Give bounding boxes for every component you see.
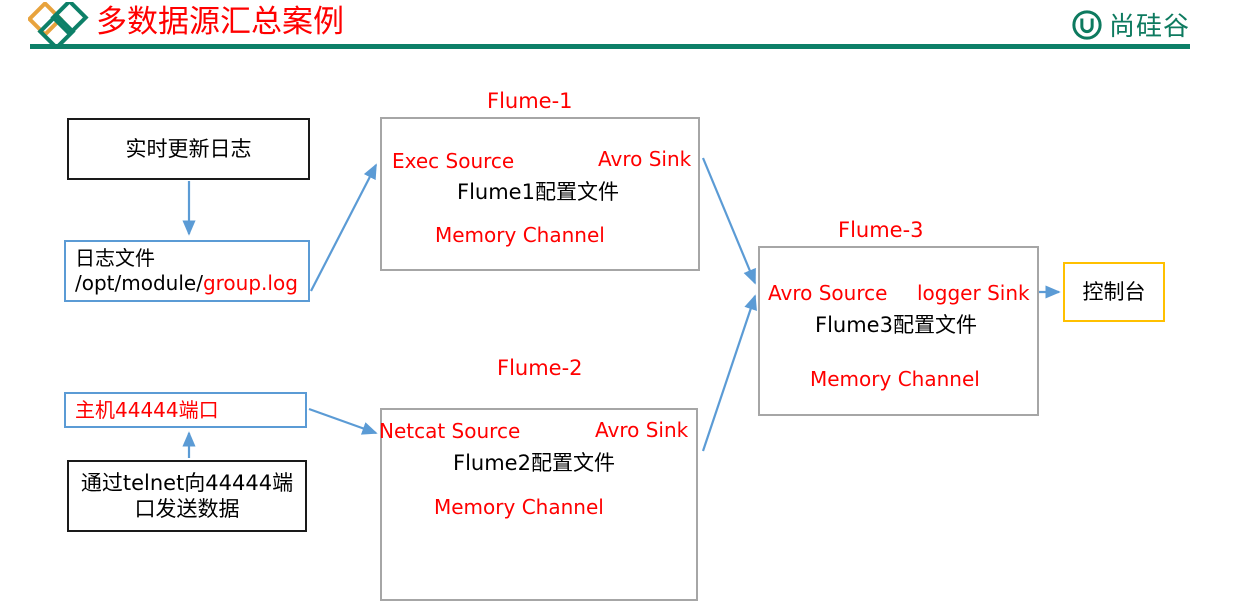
log-file-path-prefix: /opt/module/	[75, 271, 203, 295]
page-title: 多数据源汇总案例	[96, 4, 344, 40]
node-console[interactable]: 控制台	[1063, 262, 1165, 322]
node-realtime-log-label: 实时更新日志	[125, 137, 252, 161]
flume2-sink-label: Avro Sink	[595, 418, 689, 442]
node-host-port-label: 主机44444端口	[75, 397, 219, 422]
edge-flume2-to-flume3	[701, 294, 757, 452]
flume2-config-label: Flume2配置文件	[453, 451, 615, 475]
flume1-channel-label: Memory Channel	[435, 223, 605, 247]
flume2-channel-label: Memory Channel	[434, 495, 604, 519]
node-telnet-line2: 口发送数据	[134, 497, 240, 521]
flume2-source-label: Netcat Source	[379, 419, 521, 443]
flume3-config-label: Flume3配置文件	[815, 313, 977, 337]
flume3-source-label: Avro Source	[768, 281, 888, 305]
log-file-name-highlight: group.log	[202, 271, 298, 295]
node-host-port[interactable]: 主机44444端口	[64, 392, 307, 428]
node-log-file-line1: 日志文件	[75, 246, 155, 270]
flume-architecture-diagram: 实时更新日志 日志文件 /opt/module/group.log 主机4444…	[0, 58, 1238, 601]
flume3-title: Flume-3	[838, 218, 924, 242]
edge-logfile-to-flume1	[310, 163, 377, 292]
node-console-label: 控制台	[1082, 280, 1146, 304]
flume2-title: Flume-2	[497, 356, 583, 380]
flume3-sink-label: logger Sink	[917, 281, 1030, 305]
node-telnet-send[interactable]: 通过telnet向44444端 口发送数据	[67, 460, 307, 532]
flume1-sink-label: Avro Sink	[598, 147, 692, 171]
header-divider	[30, 44, 1190, 49]
edge-flume1-to-flume3	[701, 157, 757, 285]
page-header: 多数据源汇总案例 尚硅谷	[0, 0, 1238, 58]
node-telnet-line1: 通过telnet向44444端	[80, 471, 294, 495]
node-realtime-log[interactable]: 实时更新日志	[67, 118, 310, 180]
flume1-config-label: Flume1配置文件	[457, 180, 619, 204]
node-log-file-line2: /opt/module/group.log	[66, 271, 308, 296]
diamonds-icon	[28, 2, 89, 46]
flume3-channel-label: Memory Channel	[810, 367, 980, 391]
brand-name: 尚硅谷	[1108, 12, 1190, 42]
edge-hostport-to-flume2	[308, 407, 378, 435]
brand-logo: 尚硅谷	[1072, 6, 1190, 43]
flume1-title: Flume-1	[487, 89, 573, 113]
node-log-file[interactable]: 日志文件 /opt/module/group.log	[64, 240, 310, 302]
atguigu-u-logo-icon	[1072, 9, 1102, 40]
flume1-source-label: Exec Source	[392, 149, 515, 173]
